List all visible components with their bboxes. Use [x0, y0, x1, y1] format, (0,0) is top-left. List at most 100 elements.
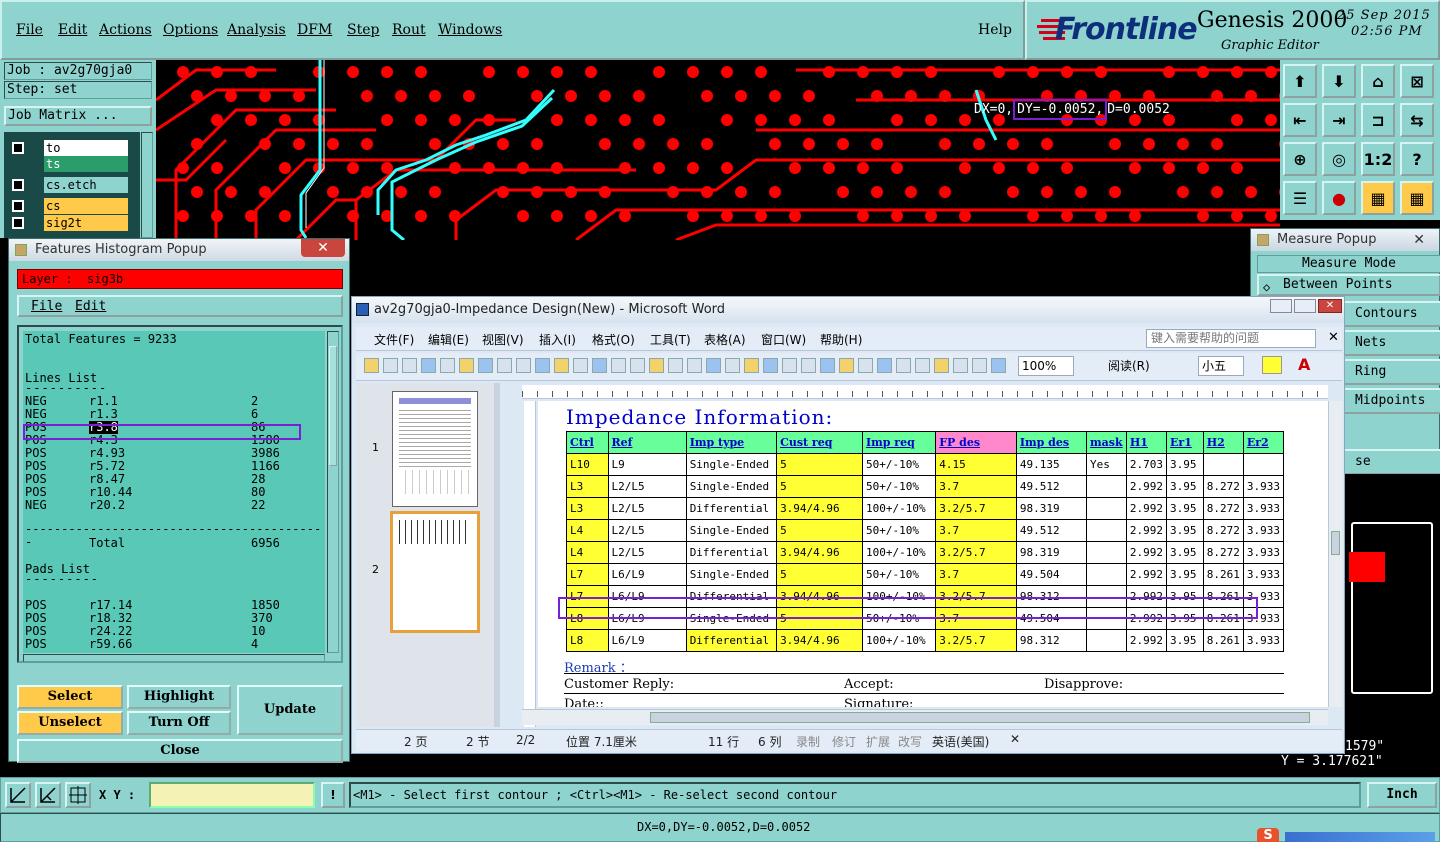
menu-analysis[interactable]: Analysis [227, 22, 286, 38]
toolbar-icon[interactable] [668, 358, 683, 373]
close-doc-icon[interactable]: ✕ [1328, 330, 1339, 345]
histogram-vscroll[interactable] [327, 331, 339, 653]
word-menu-help[interactable]: 帮助(H) [820, 331, 862, 348]
word-menu-view[interactable]: 视图(V) [482, 331, 524, 348]
tool-icon-2[interactable] [35, 782, 61, 808]
vscroll-thumb[interactable] [1331, 531, 1340, 555]
lines-row[interactable]: NEG r1.1 2 [25, 395, 315, 408]
table-row[interactable]: L7 L6/L9 Single-Ended 5 50+/-10% 3.7 49.504 2.9… [566, 563, 1285, 586]
toolbar-icon[interactable] [896, 358, 911, 373]
pads-row[interactable]: POS r59.66 4 [25, 638, 315, 651]
toolbar-icon[interactable] [687, 358, 702, 373]
layer-row-cs-etch[interactable]: cs.etch [10, 177, 130, 193]
vertical-ruler[interactable] [524, 401, 536, 727]
status-extend[interactable]: 扩展 [866, 733, 890, 750]
unselect-button[interactable]: Unselect [17, 711, 123, 735]
home-up-icon[interactable]: ⬆ [1283, 64, 1317, 98]
window-x-icon[interactable]: ⊠ [1400, 64, 1434, 98]
menu-help[interactable]: Help [978, 22, 1012, 38]
toolbar-icon[interactable] [858, 358, 873, 373]
word-menu-format[interactable]: 格式(O) [592, 331, 635, 348]
layer-stack-icon[interactable]: ▦ [1361, 181, 1395, 215]
histogram-close-icon[interactable]: ✕ [301, 239, 345, 257]
scroll-thumb[interactable] [329, 346, 337, 466]
layer-row-sig2t[interactable]: sig2t [10, 215, 130, 231]
toolbar-icon[interactable] [478, 358, 493, 373]
menu-file[interactable]: File [16, 22, 43, 38]
job-matrix-button[interactable]: Job Matrix ... [4, 106, 152, 126]
table-row[interactable]: L3 L2/L5 Single-Ended 5 50+/-10% 3.7 49.512 2.9… [566, 475, 1285, 498]
measure-mode-select[interactable]: ◇ Between Points [1257, 274, 1440, 296]
toolbar-icon[interactable] [782, 358, 797, 373]
toolbar-icon[interactable] [839, 358, 854, 373]
toolbar-icon[interactable] [934, 358, 949, 373]
toolbar-icon[interactable] [611, 358, 626, 373]
highlight-color-icon[interactable] [1262, 356, 1282, 374]
word-menu-table[interactable]: 表格(A) [704, 331, 746, 348]
toolbar-icon[interactable] [725, 358, 740, 373]
toolbar-icon[interactable] [364, 358, 379, 373]
select-button[interactable]: Select [17, 685, 123, 709]
ruler-tool-icon[interactable]: ☰ [1283, 181, 1317, 215]
measure-tool-icon[interactable]: ● [1322, 181, 1356, 215]
thumb-scrollbar[interactable] [494, 383, 500, 727]
lines-row[interactable]: POS r8.47 28 [25, 473, 315, 486]
home-down-icon[interactable]: ⬇ [1322, 64, 1356, 98]
toolbar-icon[interactable] [649, 358, 664, 373]
toolbar-icon[interactable] [516, 358, 531, 373]
status-revise[interactable]: 修订 [832, 733, 856, 750]
menu-dfm[interactable]: DFM [297, 22, 332, 38]
document-hscroll[interactable] [522, 709, 1328, 725]
highlight-button[interactable]: Highlight [127, 685, 231, 709]
reading-mode-button[interactable]: 阅读(R) [1108, 357, 1150, 374]
pan-left-icon[interactable]: ⇤ [1283, 103, 1317, 137]
toolbar-icon[interactable] [763, 358, 778, 373]
word-close-icon[interactable]: ✕ [1318, 299, 1342, 313]
zoom-ratio-icon[interactable]: 1:2 [1361, 142, 1395, 176]
document-page[interactable]: Impedance Information: Ctrl Ref Imp type Cu… [538, 401, 1328, 707]
toolbar-icon[interactable] [744, 358, 759, 373]
layer-checkbox[interactable] [12, 217, 24, 229]
spellcheck-icon[interactable]: ✕ [1010, 732, 1020, 746]
table-row[interactable]: L10 L9 Single-Ended 5 50+/-10% 4.15 49.135 Yes 2… [566, 453, 1285, 476]
close-button[interactable]: Close [17, 739, 343, 763]
toolbar-icon[interactable] [801, 358, 816, 373]
alert-icon[interactable]: ! [321, 782, 345, 808]
help-search-box[interactable]: 键入需要帮助的问题 [1146, 329, 1316, 348]
horizontal-ruler[interactable] [522, 385, 1328, 399]
menu-step[interactable]: Step [347, 22, 379, 38]
lines-row[interactable]: POS r5.72 1166 [25, 460, 315, 473]
toolbar-icon[interactable] [877, 358, 892, 373]
font-color-icon[interactable]: A [1298, 355, 1310, 374]
status-overtype[interactable]: 改写 [898, 733, 922, 750]
layer-row-to[interactable]: to [10, 140, 130, 156]
zoom-in-icon[interactable]: ⊕ [1283, 142, 1317, 176]
zoom-fit-icon[interactable]: ⊐ [1361, 103, 1395, 137]
word-menu-tools[interactable]: 工具(T) [650, 331, 691, 348]
menu-actions[interactable]: Actions [99, 22, 152, 38]
menu-windows[interactable]: Windows [438, 22, 502, 38]
layer-scrollbar[interactable] [141, 132, 153, 238]
toolbar-icon[interactable] [915, 358, 930, 373]
input-method-icon[interactable]: S [1257, 828, 1279, 842]
thumb-page-1[interactable] [392, 391, 478, 507]
zoom-switch-icon[interactable]: ⇆ [1400, 103, 1434, 137]
hscroll-thumb[interactable] [650, 712, 1310, 723]
word-menu-insert[interactable]: 插入(I) [539, 331, 576, 348]
zoom-center-icon[interactable]: ◎ [1322, 142, 1356, 176]
histogram-list[interactable]: Total Features = 9233 Lines List -------… [23, 331, 325, 653]
toolbar-icon[interactable] [554, 358, 569, 373]
grid-icon[interactable] [65, 782, 91, 808]
word-menu-window[interactable]: 窗口(W) [761, 331, 806, 348]
font-size-select[interactable]: 小五 [1198, 356, 1244, 376]
table-row[interactable]: L8 L6/L9 Differential 3.94/4.96 100+/-10% 3.2… [566, 629, 1285, 652]
layer-red-icon[interactable]: ▦ [1400, 181, 1434, 215]
word-menu-file[interactable]: 文件(F) [374, 331, 414, 348]
toolbar-icon[interactable] [820, 358, 835, 373]
maximize-icon[interactable] [1294, 299, 1316, 313]
minimize-icon[interactable] [1270, 299, 1292, 313]
toolbar-icon[interactable] [592, 358, 607, 373]
turn-off-button[interactable]: Turn Off [127, 711, 231, 735]
menu-rout[interactable]: Rout [392, 22, 426, 38]
toolbar-icon[interactable] [535, 358, 550, 373]
